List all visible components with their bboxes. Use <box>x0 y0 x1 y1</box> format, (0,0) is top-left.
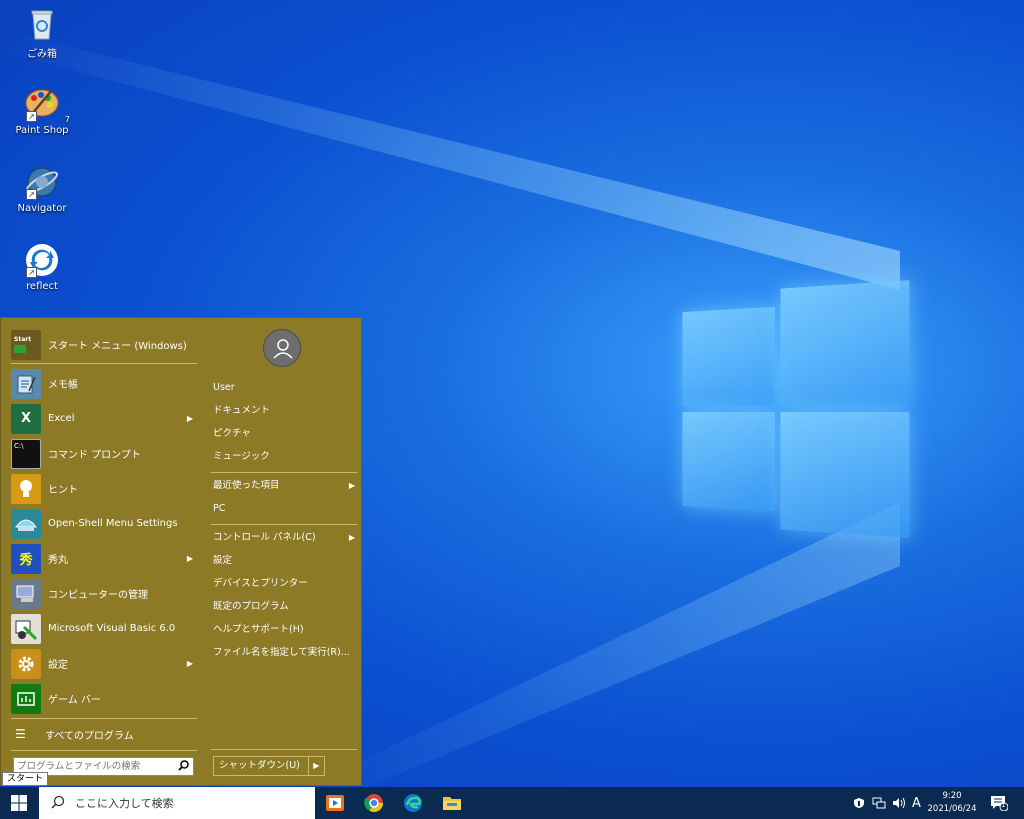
gear-icon <box>11 648 41 679</box>
program-start-menu-windows[interactable]: Start スタート メニュー (Windows) <box>11 328 197 361</box>
recycle-bin-icon <box>24 6 60 42</box>
ime-indicator[interactable]: A <box>912 787 921 819</box>
program-settings[interactable]: 設定 ▶ <box>11 647 197 680</box>
taskbar-search-placeholder: ここに入力して検索 <box>75 797 174 810</box>
desktop-icon-label: Navigator <box>17 203 67 214</box>
taskbar-chrome[interactable] <box>362 791 386 815</box>
visual-basic-icon <box>11 613 41 644</box>
windows-start-icon <box>11 795 27 811</box>
edge-icon <box>404 794 422 812</box>
program-excel[interactable]: X Excel ▶ <box>11 402 197 435</box>
place-default-programs[interactable]: 既定のプログラム <box>213 597 359 617</box>
user-avatar[interactable] <box>263 329 301 367</box>
shutdown-options-arrow-icon[interactable]: ▶ <box>307 757 324 775</box>
program-visual-basic[interactable]: Microsoft Visual Basic 6.0 <box>11 612 197 645</box>
programs-column: Start スタート メニュー (Windows) メモ帳 X Excel ▶ … <box>1 318 205 785</box>
taskbar-edge[interactable] <box>401 791 425 815</box>
paint-palette-icon: ↗ 7 <box>24 86 70 124</box>
shutdown-control: シャットダウン(U) ▶ <box>213 756 325 776</box>
file-explorer-icon <box>443 797 461 810</box>
user-icon <box>273 339 293 359</box>
search-icon <box>51 795 65 812</box>
submenu-arrow-icon: ▶ <box>186 659 193 668</box>
all-programs-button[interactable]: ☰ すべてのプログラム <box>11 719 197 749</box>
taskbar-search-box[interactable]: ここに入力して検索 <box>39 787 315 819</box>
light-beam <box>0 30 900 290</box>
volume-icon[interactable] <box>892 787 906 819</box>
program-notepad[interactable]: メモ帳 <box>11 367 197 400</box>
desktop-icon-label: ごみ箱 <box>27 49 57 60</box>
desktop-icon-label: reflect <box>26 281 58 292</box>
program-tips[interactable]: ヒント <box>11 472 197 505</box>
place-run[interactable]: ファイル名を指定して実行(R)... <box>213 643 359 663</box>
navigator-globe-icon: ↗ <box>24 164 60 200</box>
place-music[interactable]: ミュージック <box>213 447 359 467</box>
start-menu: Start スタート メニュー (Windows) メモ帳 X Excel ▶ … <box>0 317 362 786</box>
start-tooltip: スタート <box>2 772 49 786</box>
desktop-icon-label: Paint Shop <box>15 125 69 136</box>
clock-time: 9:20 <box>942 791 962 801</box>
submenu-arrow-icon: ▶ <box>186 414 193 423</box>
search-icon[interactable] <box>178 760 189 774</box>
command-prompt-icon: C:\ <box>11 438 41 469</box>
place-pc[interactable]: PC <box>213 499 359 519</box>
place-user[interactable]: User <box>213 378 359 398</box>
notification-count: 1 <box>1001 801 1006 809</box>
taskbar-file-explorer[interactable] <box>440 791 464 815</box>
open-shell-icon <box>11 508 41 539</box>
place-devices-printers[interactable]: デバイスとプリンター <box>213 574 359 594</box>
computer-management-icon <box>11 578 41 609</box>
reflect-icon: ↗ <box>24 242 60 278</box>
list-icon: ☰ <box>15 727 26 741</box>
excel-icon: X <box>11 403 41 434</box>
notification-center-button[interactable]: 1 <box>990 795 1009 814</box>
place-recent-items[interactable]: 最近使った項目 ▶ <box>213 476 359 496</box>
place-control-panel[interactable]: コントロール パネル(C) ▶ <box>213 528 359 548</box>
submenu-arrow-icon: ▶ <box>348 481 355 490</box>
version-badge: 7 <box>64 115 70 124</box>
chrome-icon <box>364 794 383 813</box>
game-bar-icon <box>11 683 41 714</box>
places-column: User ドキュメント ピクチャ ミュージック 最近使った項目 ▶ PC コントロ… <box>205 318 363 785</box>
start-menu-icon: Start <box>11 329 41 360</box>
clock-date: 2021/06/24 <box>927 804 977 814</box>
taskbar-media-player[interactable] <box>323 791 347 815</box>
taskbar-clock[interactable]: 9:20 2021/06/24 <box>926 790 978 816</box>
desktop-icon-navigator[interactable]: ↗ Navigator <box>6 164 78 214</box>
place-pictures[interactable]: ピクチャ <box>213 424 359 444</box>
place-settings[interactable]: 設定 <box>213 551 359 571</box>
desktop-icon-paint-shop[interactable]: ↗ 7 Paint Shop <box>6 86 78 136</box>
submenu-arrow-icon: ▶ <box>348 533 355 542</box>
network-icon[interactable] <box>872 787 886 819</box>
program-open-shell-settings[interactable]: Open-Shell Menu Settings <box>11 507 197 540</box>
shutdown-button[interactable]: シャットダウン(U) <box>214 757 308 775</box>
hidemaru-icon: 秀 <box>11 543 41 574</box>
start-button[interactable] <box>0 787 38 819</box>
program-command-prompt[interactable]: C:\ コマンド プロンプト <box>11 437 197 470</box>
program-computer-management[interactable]: コンピューターの管理 <box>11 577 197 610</box>
windows-logo-wallpaper <box>682 280 912 540</box>
program-game-bar[interactable]: ゲーム バー <box>11 682 197 715</box>
lightbulb-icon <box>11 473 41 504</box>
notepad-icon <box>11 368 41 399</box>
security-tray-icon[interactable] <box>853 787 865 819</box>
submenu-arrow-icon: ▶ <box>186 554 193 563</box>
taskbar: ここに入力して検索 A 9:20 2021/06/24 1 <box>0 787 1024 819</box>
desktop-icon-recycle-bin[interactable]: ごみ箱 <box>6 6 78 60</box>
program-hidemaru[interactable]: 秀 秀丸 ▶ <box>11 542 197 575</box>
media-player-icon <box>326 795 344 811</box>
desktop-icon-reflect[interactable]: ↗ reflect <box>6 242 78 292</box>
place-help-support[interactable]: ヘルプとサポート(H) <box>213 620 359 640</box>
place-documents[interactable]: ドキュメント <box>213 401 359 421</box>
